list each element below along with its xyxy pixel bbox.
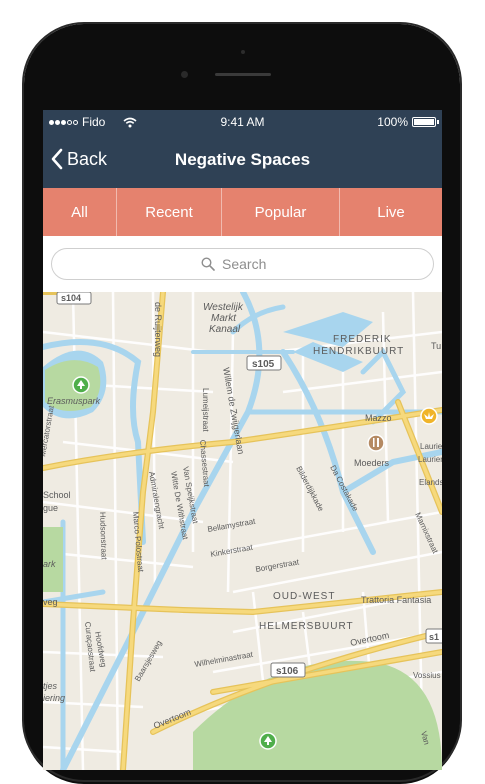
search-icon [201,257,215,271]
proximity-sensor [241,50,245,54]
map-label-gue: gue [43,503,58,513]
app-screen: Fido 9:41 AM 100% Back Negative Spaces A… [43,110,442,770]
map-label-elandst: Elandst [419,478,442,487]
battery-percent: 100% [377,115,408,129]
tab-popular[interactable]: Popular [222,188,340,236]
filter-tabs: All Recent Popular Live [43,188,442,243]
map-label-tjes: tjes [43,681,58,691]
map-label-laurier1: Laurier [420,442,442,451]
map-label-iering: iering [43,693,65,703]
map-view[interactable]: s104 s105 s106 s1 Westelijk Markt Kanaal… [43,292,442,770]
restaurant-marker-icon[interactable] [367,434,385,452]
map-canvas[interactable]: s104 s105 s106 s1 Westelijk Markt Kanaal… [43,292,442,770]
map-label-hudson: Hudsonstraat [98,512,109,561]
search-field[interactable] [51,248,434,280]
map-label-erasmuspark: Erasmuspark [47,396,101,406]
status-bar: Fido 9:41 AM 100% [43,110,442,134]
tab-recent[interactable]: Recent [117,188,222,236]
map-label-laurier2: Laurier [418,455,442,464]
map-label-moeders: Moeders [354,458,390,468]
park-marker-vondelpark-icon[interactable] [259,732,277,750]
map-label-helmersbuurt: HELMERSBUURT [259,621,354,632]
earpiece-speaker [215,73,271,76]
map-label-vossius: Vossius [413,671,441,680]
search-input[interactable] [220,255,284,273]
map-label-trattoria: Trattoria Fantasia [361,595,431,605]
page-title: Negative Spaces [174,150,311,169]
map-label-s106: s106 [276,666,299,677]
nightlife-marker-icon[interactable] [420,407,438,425]
map-label-hendrikbuurt: HENDRIKBUURT [313,346,404,357]
map-label-oudwest: OUD-WEST [273,591,335,602]
map-label-markt: Markt [211,313,237,324]
search-bar [43,236,442,292]
map-label-s104: s104 [61,293,81,303]
status-right: 100% [377,115,439,129]
tab-live[interactable]: Live [340,188,442,236]
map-label-ruijterweg: de Ruijterweg [153,302,163,357]
battery-icon [412,117,439,127]
map-label-s1: s1 [429,632,439,642]
map-label-kanaal: Kanaal [209,324,241,335]
map-label-school: School [43,490,71,500]
front-camera [181,71,188,78]
map-label-s105: s105 [252,359,275,370]
map-label-frederik: FREDERIK [333,334,392,345]
map-label-veg: veg [43,597,58,607]
map-label-mazzo: Mazzo [365,413,392,423]
tab-all[interactable]: All [43,188,117,243]
navigation-bar: Back Negative Spaces [43,134,442,188]
map-label-tu: Tu [431,341,441,351]
map-label-westelijk: Westelijk [203,302,244,313]
map-label-ark: ark [43,559,56,569]
park-marker-icon[interactable] [72,376,90,394]
map-label-lumeijstraat: Lumeijstraat [201,388,210,432]
